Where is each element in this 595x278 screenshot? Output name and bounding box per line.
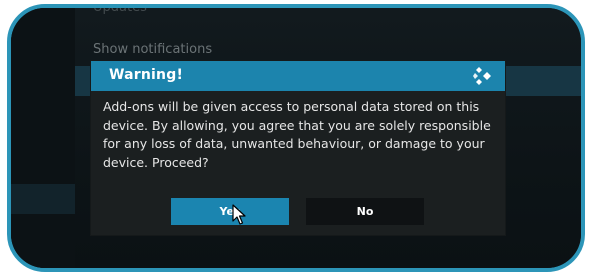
dialog-message: Add-ons will be given access to personal… [103, 99, 491, 170]
sidebar-highlight [11, 184, 75, 214]
no-button[interactable]: No [306, 198, 424, 225]
warning-dialog: Warning! Add-ons will be given access to… [91, 61, 505, 235]
dialog-header: Warning! [91, 61, 505, 91]
kodi-logo-icon [473, 66, 493, 86]
mouse-cursor-icon [232, 204, 246, 226]
setting-updates: Updates [93, 4, 147, 15]
dialog-title: Warning! [109, 67, 184, 83]
yes-button[interactable]: Yes [171, 198, 289, 225]
app-window: Updates Show notifications Warning! Add-… [7, 4, 585, 272]
no-button-label: No [356, 205, 374, 218]
setting-show-notifications: Show notifications [93, 42, 213, 57]
sidebar [11, 8, 75, 268]
